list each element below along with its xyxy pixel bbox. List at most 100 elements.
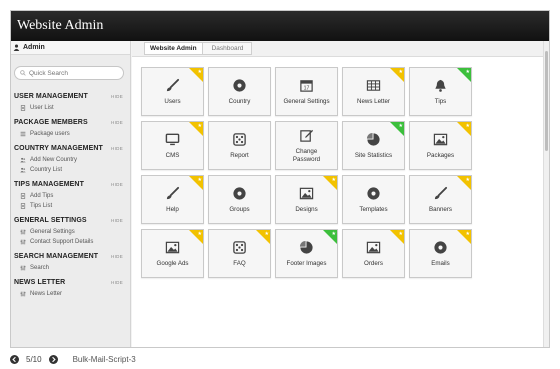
sidebar-item[interactable]: User List bbox=[11, 103, 130, 113]
sidebar-section-header: USER MANAGEMENT HIDE bbox=[11, 90, 130, 103]
scrollbar[interactable] bbox=[543, 41, 549, 347]
sidebar-section-title: TIPS MANAGEMENT bbox=[14, 181, 84, 188]
search-icon bbox=[20, 70, 26, 76]
star-icon: ★ bbox=[331, 231, 336, 237]
slide-title: Bulk-Mail-Script-3 bbox=[72, 355, 136, 364]
tile-label: Groups bbox=[229, 205, 250, 213]
dashboard-tile[interactable]: ★ Footer Images bbox=[275, 229, 338, 278]
scrollbar-thumb[interactable] bbox=[545, 51, 548, 151]
tile-corner-badge: ★ bbox=[457, 230, 471, 244]
dashboard-tile[interactable]: ★ News Letter bbox=[342, 67, 405, 116]
image-icon bbox=[366, 241, 381, 253]
dashboard-tile[interactable]: Groups bbox=[208, 175, 271, 224]
dashboard-tile[interactable]: Change Password bbox=[275, 121, 338, 170]
dashboard-tile[interactable]: ★ Emails bbox=[409, 229, 472, 278]
search-input[interactable] bbox=[29, 69, 119, 77]
dashboard-tile[interactable]: ★ FAQ bbox=[208, 229, 271, 278]
sidebar-item[interactable]: Add New Country bbox=[11, 155, 130, 165]
tile-label: Report bbox=[230, 151, 249, 159]
tile-label: CMS bbox=[165, 151, 180, 159]
sidebar-item[interactable]: Contact Support Details bbox=[11, 237, 130, 247]
dashboard-tile[interactable]: 17 General Settings bbox=[275, 67, 338, 116]
star-icon: ★ bbox=[465, 177, 470, 183]
dashboard-tile[interactable]: ★ Packages bbox=[409, 121, 472, 170]
sidebar-item[interactable]: Tips List bbox=[11, 201, 130, 211]
sidebar-sections: USER MANAGEMENT HIDE User List PACKAGE MEMB… bbox=[11, 90, 130, 299]
next-arrow-icon[interactable] bbox=[48, 355, 58, 364]
sidebar-item-label: Add New Country bbox=[30, 157, 78, 163]
hide-toggle[interactable]: HIDE bbox=[111, 146, 123, 151]
sidebar-section-header: GENERAL SETTINGS HIDE bbox=[11, 214, 130, 227]
hide-toggle[interactable]: HIDE bbox=[111, 94, 123, 99]
sidebar-item[interactable]: Add Tips bbox=[11, 191, 130, 201]
sidebar-section-header: PACKAGE MEMBERS HIDE bbox=[11, 116, 130, 129]
sidebar-section: GENERAL SETTINGS HIDE General Settings Cont… bbox=[11, 214, 130, 247]
user-row[interactable]: Admin bbox=[11, 41, 130, 55]
dashboard-tile[interactable]: ★ Designs bbox=[275, 175, 338, 224]
dashboard-tile[interactable]: ★ Users bbox=[141, 67, 204, 116]
sidebar-item[interactable]: Search bbox=[11, 263, 130, 273]
app-header: Website Admin bbox=[11, 11, 549, 41]
sidebar: Admin USER MANAGEMENT HIDE User List PACKAG… bbox=[11, 41, 131, 347]
dashboard-tile[interactable]: ★ Site Statistics bbox=[342, 121, 405, 170]
dashboard-tile[interactable]: ★ Help bbox=[141, 175, 204, 224]
dashboard-tile[interactable]: ★ Google Ads bbox=[141, 229, 204, 278]
sidebar-item[interactable]: Package users bbox=[11, 129, 130, 139]
users-icon bbox=[20, 167, 26, 173]
tile-label: Orders bbox=[364, 259, 383, 267]
dashboard-tile[interactable]: ★ Banners bbox=[409, 175, 472, 224]
sidebar-section-header: NEWS LETTER HIDE bbox=[11, 276, 130, 289]
sidebar-section-header: SEARCH MANAGEMENT HIDE bbox=[11, 250, 130, 263]
tile-label: News Letter bbox=[356, 97, 390, 105]
tile-corner-badge: ★ bbox=[323, 230, 337, 244]
image-icon bbox=[299, 187, 314, 199]
sidebar-section: USER MANAGEMENT HIDE User List bbox=[11, 90, 130, 113]
breadcrumb: Website Admin Dashboard bbox=[132, 41, 543, 57]
dashboard-tile[interactable]: ★ CMS bbox=[141, 121, 204, 170]
sidebar-item[interactable]: Country List bbox=[11, 165, 130, 175]
hide-toggle[interactable]: HIDE bbox=[111, 254, 123, 259]
breadcrumb-root[interactable]: Website Admin bbox=[144, 42, 203, 55]
tile-corner-badge: ★ bbox=[457, 122, 471, 136]
search-box[interactable] bbox=[14, 66, 124, 80]
dashboard-tile[interactable]: ★ Orders bbox=[342, 229, 405, 278]
sidebar-section-title: GENERAL SETTINGS bbox=[14, 217, 87, 224]
star-icon: ★ bbox=[465, 231, 470, 237]
tile-label: Users bbox=[164, 97, 181, 105]
dashboard-tile[interactable]: Report bbox=[208, 121, 271, 170]
sidebar-item[interactable]: General Settings bbox=[11, 227, 130, 237]
sidebar-section-header: TIPS MANAGEMENT HIDE bbox=[11, 178, 130, 191]
tile-label: Banners bbox=[428, 205, 453, 213]
sliders-icon bbox=[20, 291, 26, 297]
monitor-icon bbox=[165, 133, 180, 145]
tile-label: Footer Images bbox=[286, 259, 327, 267]
star-icon: ★ bbox=[465, 123, 470, 129]
hide-toggle[interactable]: HIDE bbox=[111, 280, 123, 285]
sidebar-item-label: News Letter bbox=[30, 291, 63, 297]
tile-corner-badge: ★ bbox=[457, 68, 471, 82]
tile-corner-badge: ★ bbox=[390, 122, 404, 136]
calendar-day-label: 17 bbox=[304, 85, 310, 91]
sidebar-item[interactable]: News Letter bbox=[11, 289, 130, 299]
star-icon: ★ bbox=[398, 69, 403, 75]
document-icon bbox=[20, 203, 26, 209]
dashboard-tile[interactable]: Templates bbox=[342, 175, 405, 224]
tile-label: Designs bbox=[295, 205, 318, 213]
star-icon: ★ bbox=[197, 177, 202, 183]
star-icon: ★ bbox=[197, 69, 202, 75]
hide-toggle[interactable]: HIDE bbox=[111, 218, 123, 223]
dice-icon bbox=[233, 132, 246, 146]
hide-toggle[interactable]: HIDE bbox=[111, 120, 123, 125]
tile-label: Help bbox=[166, 205, 179, 213]
brush-icon bbox=[434, 186, 448, 199]
dashboard-tile[interactable]: ★ Tips bbox=[409, 67, 472, 116]
sidebar-section: SEARCH MANAGEMENT HIDE Search bbox=[11, 250, 130, 273]
edit-icon bbox=[300, 129, 314, 142]
prev-arrow-icon[interactable] bbox=[10, 355, 19, 364]
star-icon: ★ bbox=[197, 231, 202, 237]
dashboard-tile[interactable]: Country bbox=[208, 67, 271, 116]
hide-toggle[interactable]: HIDE bbox=[111, 182, 123, 187]
gallery-footer: 5/10 Bulk-Mail-Script-3 bbox=[10, 355, 136, 364]
tile-corner-badge: ★ bbox=[390, 230, 404, 244]
tile-corner-badge: ★ bbox=[189, 176, 203, 190]
